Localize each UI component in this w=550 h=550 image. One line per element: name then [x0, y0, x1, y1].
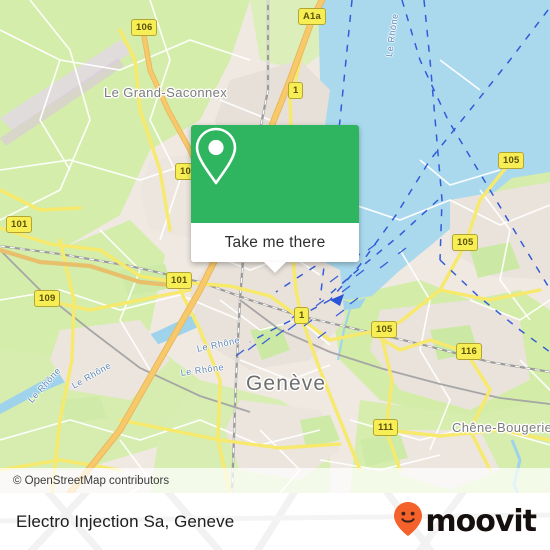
road-shield-105-east[interactable]: 105 — [498, 152, 525, 169]
road-shield-a1a[interactable]: A1a — [298, 8, 327, 25]
road-shield-105-south[interactable]: 105 — [371, 321, 398, 338]
map-canvas[interactable]: Le Grand-Saconnex Genève Chêne-Bougerie … — [0, 0, 550, 493]
osm-attribution-text: © OpenStreetMap contributors — [13, 474, 170, 487]
take-me-there-button[interactable]: Take me there — [191, 223, 359, 262]
moovit-map-screen: Le Grand-Saconnex Genève Chêne-Bougerie … — [0, 0, 550, 550]
take-me-there-callout[interactable]: Take me there — [191, 125, 359, 273]
road-shield-105-mid[interactable]: 105 — [452, 234, 479, 251]
callout-pin-panel — [191, 125, 359, 223]
road-shield-116[interactable]: 116 — [456, 343, 482, 360]
moovit-wordmark: moovit — [425, 503, 537, 539]
moovit-logo[interactable]: moovit — [393, 501, 537, 542]
road-shield-1-north[interactable]: 1 — [288, 82, 304, 99]
take-me-there-label: Take me there — [224, 233, 326, 251]
road-shield-1-center[interactable]: 1 — [294, 307, 310, 324]
place-title: Electro Injection Sa, Geneve — [16, 511, 235, 531]
road-shield-111[interactable]: 111 — [373, 419, 399, 436]
road-shield-101-center[interactable]: 101 — [166, 272, 193, 289]
osm-attribution: © OpenStreetMap contributors — [0, 468, 550, 493]
road-shield-109[interactable]: 109 — [34, 290, 61, 307]
moovit-smiling-pin-icon — [393, 501, 423, 542]
callout-tail — [264, 262, 286, 273]
road-shield-106[interactable]: 106 — [131, 19, 158, 36]
road-shield-101-west[interactable]: 101 — [6, 216, 33, 233]
bottom-info-bar: Electro Injection Sa, Geneve moovit — [0, 493, 550, 550]
